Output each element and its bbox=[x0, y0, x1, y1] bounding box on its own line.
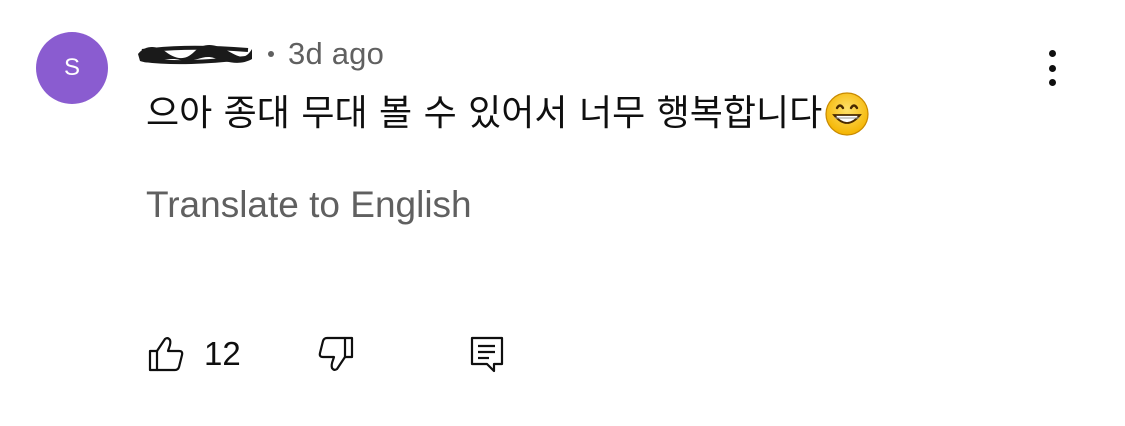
comment-item: S 3d ago 으아 종대 무대 볼 수 있어서 너무 행복합니다 Trans… bbox=[0, 0, 1125, 426]
comment-header: 3d ago bbox=[136, 34, 384, 74]
comment-text: 으아 종대 무대 볼 수 있어서 너무 행복합니다 bbox=[146, 93, 823, 134]
reply-button[interactable] bbox=[468, 334, 508, 374]
dot bbox=[1048, 50, 1056, 57]
like-count: 12 bbox=[204, 335, 241, 372]
dot bbox=[1048, 64, 1056, 72]
reply-comment-icon bbox=[470, 336, 504, 373]
comment-text-container: 으아 종대 무대 볼 수 있어서 너무 행복합니다 bbox=[146, 90, 870, 138]
avatar-letter: S bbox=[63, 54, 80, 81]
grinning-face-emoji-icon bbox=[825, 92, 869, 136]
comment-timestamp: 3d ago bbox=[288, 36, 385, 71]
avatar[interactable]: S bbox=[36, 32, 108, 104]
dot bbox=[1048, 79, 1056, 86]
separator-dot bbox=[268, 51, 274, 57]
translate-link[interactable]: Translate to English bbox=[146, 184, 472, 226]
comment-actions: 12 bbox=[146, 334, 546, 374]
redaction-scribble bbox=[138, 45, 252, 65]
like-button[interactable] bbox=[146, 334, 186, 374]
thumbs-down-icon bbox=[318, 336, 354, 371]
username-redacted[interactable] bbox=[136, 40, 254, 68]
dislike-button[interactable] bbox=[316, 334, 356, 374]
thumbs-up-icon bbox=[148, 337, 184, 372]
more-options-icon[interactable] bbox=[1036, 48, 1068, 88]
